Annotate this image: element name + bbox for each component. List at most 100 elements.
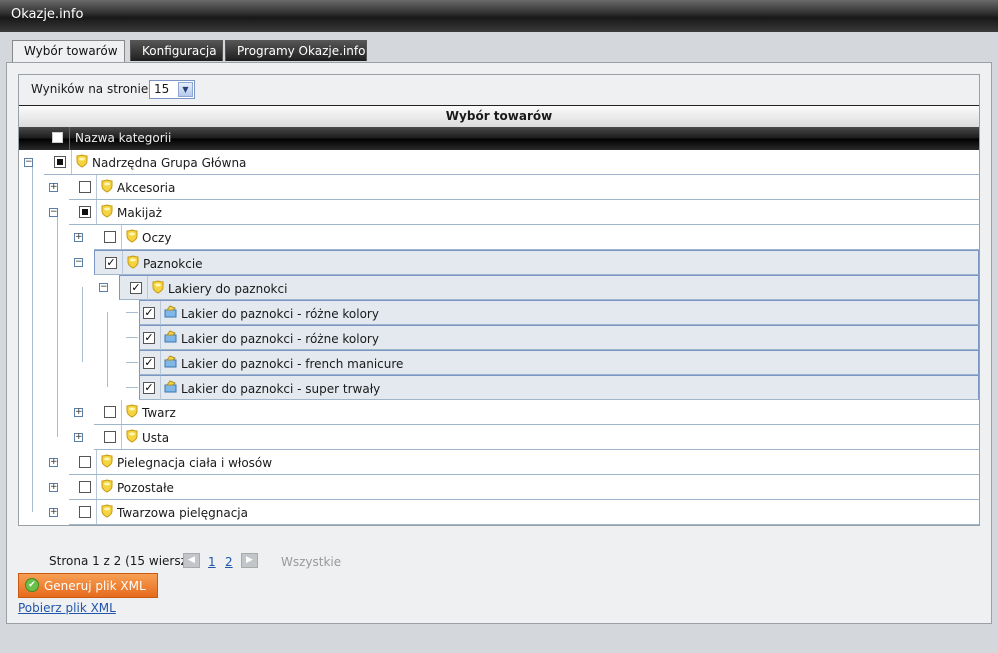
tree-connector-branch: [126, 337, 138, 338]
row-separator: [160, 326, 161, 350]
product-selection-box: Wyników na stronie: 15 ▼ Wybór towarów N…: [18, 74, 980, 569]
tree-row[interactable]: ✓ Lakier do paznokci - french manicure: [139, 350, 979, 375]
tree-connector-line: [107, 312, 108, 387]
row-checkbox[interactable]: [104, 231, 116, 243]
row-checkbox[interactable]: [79, 181, 91, 193]
row-label: Akcesoria: [117, 181, 176, 195]
row-checkbox[interactable]: [79, 206, 91, 218]
select-all-checkbox[interactable]: [52, 132, 63, 143]
grid-title: Wybór towarów: [19, 105, 979, 128]
tree-row[interactable]: Akcesoria: [69, 175, 979, 200]
collapse-icon[interactable]: −: [99, 283, 108, 292]
row-label: Twarzowa pielęgnacja: [117, 506, 248, 520]
title-bar: Okazje.info: [0, 0, 998, 32]
tree-row[interactable]: ✓ Lakiery do paznokci: [119, 275, 979, 300]
tree-row[interactable]: Pielegnacja ciała i włosów: [69, 450, 979, 475]
prev-page-icon[interactable]: ◀: [183, 553, 200, 568]
row-checkbox[interactable]: [54, 156, 66, 168]
expand-icon[interactable]: +: [49, 508, 58, 517]
per-page-value: 15: [154, 82, 170, 96]
generate-xml-button[interactable]: ✔ Generuj plik XML: [18, 573, 158, 598]
expand-icon[interactable]: +: [74, 433, 83, 442]
row-checkbox[interactable]: ✓: [143, 382, 155, 394]
row-label: Nadrzędna Grupa Główna: [92, 156, 247, 170]
tree-connector-line: [82, 287, 83, 362]
tree-connector-branch: [126, 387, 138, 388]
row-checkbox[interactable]: [79, 456, 91, 468]
row-label: Lakier do paznokci - super trwały: [181, 382, 381, 396]
tree-row[interactable]: Pozostałe: [69, 475, 979, 500]
row-separator: [121, 400, 122, 424]
row-separator: [96, 450, 97, 474]
tree-connector-branch: [126, 312, 138, 313]
show-all-link: Wszystkie: [281, 555, 342, 569]
row-checkbox[interactable]: [104, 406, 116, 418]
tree-row[interactable]: Nadrzędna Grupa Główna: [44, 150, 979, 175]
row-separator: [160, 376, 161, 400]
app-title: Okazje.info: [11, 7, 84, 22]
row-separator: [96, 500, 97, 524]
expand-icon[interactable]: +: [49, 458, 58, 467]
product-icon: [164, 355, 178, 369]
next-page-icon[interactable]: ▶: [241, 553, 258, 568]
tab-programy[interactable]: Programy Okazje.info: [225, 40, 367, 61]
tree-row[interactable]: ✓ Paznokcie: [94, 250, 979, 275]
row-label: Usta: [142, 431, 170, 445]
category-icon: [100, 454, 114, 468]
page-link-1[interactable]: 1: [208, 555, 216, 569]
tree-row[interactable]: ✓ Lakier do paznokci - super trwały: [139, 375, 979, 400]
download-xml-link[interactable]: Pobierz plik XML: [18, 601, 116, 615]
per-page-label: Wyników na stronie:: [31, 82, 153, 96]
row-separator: [122, 251, 123, 275]
row-separator: [160, 301, 161, 325]
header-separator: [69, 127, 70, 150]
product-icon: [164, 305, 178, 319]
category-icon: [100, 504, 114, 518]
per-page-select[interactable]: 15 ▼: [149, 80, 195, 99]
tree-row[interactable]: ✓ Lakier do paznokci - różne kolory: [139, 325, 979, 350]
collapse-icon[interactable]: −: [74, 258, 83, 267]
row-checkbox[interactable]: [104, 431, 116, 443]
product-icon: [164, 380, 178, 394]
row-label: Pielegnacja ciała i włosów: [117, 456, 273, 470]
row-checkbox[interactable]: ✓: [105, 257, 117, 269]
category-tree: − Nadrzędna Grupa Główna + Akcesoria − Makija…: [19, 150, 979, 525]
row-label: Paznokcie: [143, 257, 203, 271]
row-separator: [96, 175, 97, 199]
tree-row[interactable]: Oczy: [94, 225, 979, 250]
collapse-icon[interactable]: −: [24, 158, 33, 167]
row-label: Pozostałe: [117, 481, 174, 495]
category-icon: [125, 229, 139, 243]
tree-row[interactable]: Makijaż: [69, 200, 979, 225]
category-icon: [100, 179, 114, 193]
row-separator: [96, 475, 97, 499]
row-checkbox[interactable]: ✓: [143, 307, 155, 319]
column-header-category: Nazwa kategorii: [75, 131, 172, 145]
expand-icon[interactable]: +: [74, 408, 83, 417]
tree-row[interactable]: Twarzowa pielęgnacja: [69, 500, 979, 525]
chevron-down-icon[interactable]: ▼: [178, 82, 193, 97]
row-checkbox[interactable]: [79, 481, 91, 493]
generate-xml-label: Generuj plik XML: [44, 579, 146, 593]
collapse-icon[interactable]: −: [49, 208, 58, 217]
row-checkbox[interactable]: [79, 506, 91, 518]
row-checkbox[interactable]: ✓: [130, 282, 142, 294]
expand-icon[interactable]: +: [74, 233, 83, 242]
row-checkbox[interactable]: ✓: [143, 332, 155, 344]
row-separator: [71, 150, 72, 174]
product-icon: [164, 330, 178, 344]
tree-connector-branch: [126, 362, 138, 363]
tree-row[interactable]: Usta: [94, 425, 979, 450]
row-label: Twarz: [142, 406, 176, 420]
tree-row[interactable]: Twarz: [94, 400, 979, 425]
tree-row[interactable]: ✓ Lakier do paznokci - różne kolory: [139, 300, 979, 325]
row-separator: [160, 351, 161, 375]
page-link-2[interactable]: 2: [225, 555, 233, 569]
expand-icon[interactable]: +: [49, 483, 58, 492]
row-checkbox[interactable]: ✓: [143, 357, 155, 369]
expand-icon[interactable]: +: [49, 183, 58, 192]
tab-wybor-towarow[interactable]: Wybór towarów: [12, 40, 125, 63]
row-separator: [147, 276, 148, 300]
tree-connector-line: [32, 162, 33, 512]
tab-konfiguracja[interactable]: Konfiguracja: [130, 40, 223, 61]
